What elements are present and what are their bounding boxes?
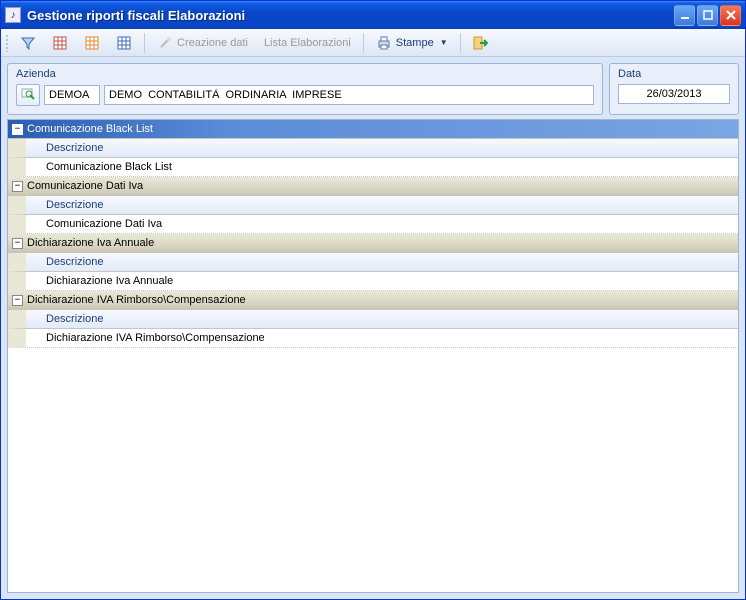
collapse-icon[interactable]: −	[12, 124, 23, 135]
azienda-desc-input[interactable]	[104, 85, 594, 105]
grid-field-value[interactable]: Dichiarazione Iva Annuale	[8, 272, 738, 291]
grid-field-value[interactable]: Dichiarazione IVA Rimborso\Compensazione	[8, 329, 738, 348]
view-grid-blue-button[interactable]	[109, 32, 139, 54]
grid-field-header: Descrizione	[8, 196, 738, 215]
data-group-label: Data	[618, 68, 730, 80]
printer-icon	[376, 35, 392, 51]
azienda-group: Azienda	[7, 63, 603, 115]
view-grid-orange-button[interactable]	[77, 32, 107, 54]
filter-button[interactable]	[13, 32, 43, 54]
grid-field-header: Descrizione	[8, 253, 738, 272]
toolbar-separator	[363, 33, 364, 53]
grid-orange-icon	[84, 35, 100, 51]
titlebar: ♪ Gestione riporti fiscali Elaborazioni	[1, 1, 745, 29]
toolbar-separator	[460, 33, 461, 53]
header-row: Azienda Data 26/03/2013	[7, 63, 739, 115]
app-window: ♪ Gestione riporti fiscali Elaborazioni	[0, 0, 746, 600]
funnel-icon	[20, 35, 36, 51]
grid-group-header[interactable]: − Dichiarazione IVA Rimborso\Compensazio…	[8, 291, 738, 310]
grid-field-header: Descrizione	[8, 310, 738, 329]
toolbar: Creazione dati Lista Elaborazioni Stampe…	[1, 29, 745, 57]
azienda-row	[16, 84, 594, 106]
close-icon	[726, 10, 736, 20]
close-button[interactable]	[720, 5, 741, 26]
stampe-button[interactable]: Stampe ▼	[369, 32, 455, 54]
collapse-icon[interactable]: −	[12, 181, 23, 192]
grid-field-header: Descrizione	[8, 139, 738, 158]
azienda-code-input[interactable]	[44, 85, 100, 105]
grid-group-title: Comunicazione Black List	[27, 123, 153, 135]
grid-group-title: Dichiarazione IVA Rimborso\Compensazione	[27, 294, 246, 306]
collapse-icon[interactable]: −	[12, 295, 23, 306]
grid-red-icon	[52, 35, 68, 51]
grid-group-header[interactable]: − Comunicazione Black List	[8, 120, 738, 139]
data-value: 26/03/2013	[618, 84, 730, 104]
chevron-down-icon: ▼	[440, 38, 448, 47]
exit-icon	[473, 35, 489, 51]
collapse-icon[interactable]: −	[12, 238, 23, 249]
grid-group-title: Comunicazione Dati Iva	[27, 180, 143, 192]
azienda-lookup-button[interactable]	[16, 84, 40, 106]
exit-button[interactable]	[466, 32, 496, 54]
azienda-group-label: Azienda	[16, 68, 594, 80]
grid[interactable]: − Comunicazione Black List Descrizione C…	[7, 119, 739, 593]
wand-icon	[157, 35, 173, 51]
lookup-icon	[20, 86, 36, 105]
minimize-button[interactable]	[674, 5, 695, 26]
maximize-button[interactable]	[697, 5, 718, 26]
creazione-dati-button: Creazione dati	[150, 32, 255, 54]
content-area: Azienda Data 26/03/2013 −	[1, 57, 745, 599]
lista-elaborazioni-button: Lista Elaborazioni	[257, 32, 358, 54]
toolbar-grip	[5, 34, 9, 52]
grid-group-title: Dichiarazione Iva Annuale	[27, 237, 154, 249]
minimize-icon	[680, 10, 690, 20]
window-title: Gestione riporti fiscali Elaborazioni	[27, 8, 674, 23]
data-group: Data 26/03/2013	[609, 63, 739, 115]
grid-blue-icon	[116, 35, 132, 51]
creazione-dati-label: Creazione dati	[177, 37, 248, 49]
grid-field-value[interactable]: Comunicazione Dati Iva	[8, 215, 738, 234]
maximize-icon	[703, 10, 713, 20]
lista-elaborazioni-label: Lista Elaborazioni	[264, 37, 351, 49]
grid-group-header[interactable]: − Comunicazione Dati Iva	[8, 177, 738, 196]
view-grid-red-button[interactable]	[45, 32, 75, 54]
grid-field-value[interactable]: Comunicazione Black List	[8, 158, 738, 177]
toolbar-separator	[144, 33, 145, 53]
stampe-label: Stampe	[396, 37, 434, 49]
grid-group-header[interactable]: − Dichiarazione Iva Annuale	[8, 234, 738, 253]
window-buttons	[674, 5, 741, 26]
app-icon: ♪	[5, 7, 21, 23]
